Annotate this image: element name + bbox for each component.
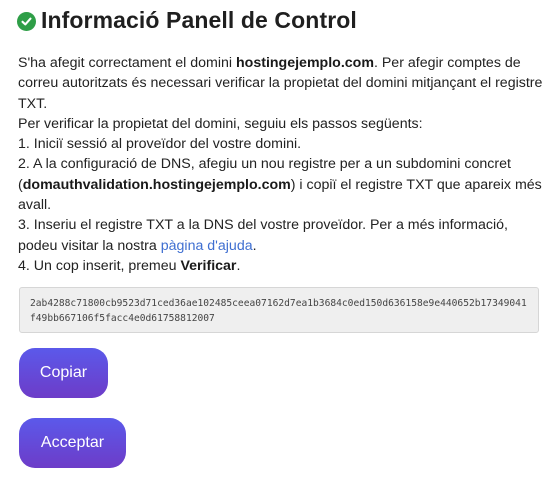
- copy-button[interactable]: Copiar: [19, 348, 108, 398]
- panel-header: Informació Panell de Control: [17, 6, 357, 34]
- accept-button[interactable]: Acceptar: [19, 418, 126, 468]
- help-page-link[interactable]: pàgina d'ajuda: [161, 238, 253, 254]
- page-title: Informació Panell de Control: [41, 7, 357, 33]
- instructions-text: S'ha afegit correctament el domini hosti…: [18, 53, 543, 276]
- intro-text-start: S'ha afegit correctament el domini: [18, 55, 236, 71]
- step-3: 3. Inseriu el registre TXT a la DNS del …: [18, 215, 543, 256]
- step-1: 1. Iniciï sessió al proveïdor del vostre…: [18, 136, 302, 153]
- txt-record-box[interactable]: 2ab4288c71800cb9523d71ced36ae102485ceea0…: [19, 287, 539, 333]
- domain-name: hostingejemplo.com: [236, 55, 374, 71]
- subdomain-name: domauthvalidation.hostingejemplo.com: [22, 176, 291, 193]
- step-2: 2. A la configuració de DNS, afegiu un n…: [18, 154, 543, 215]
- check-circle-icon: [17, 11, 36, 31]
- info-panel: Informació Panell de Control S'ha afegit…: [0, 0, 557, 483]
- steps-intro: Per verificar la propietat del domini, s…: [18, 115, 423, 132]
- step-4-text-end: .: [236, 257, 241, 274]
- step-4: 4. Un cop inserit, premeu Verificar.: [18, 256, 543, 276]
- step-4-text-start: 4. Un cop inserit, premeu: [18, 257, 181, 274]
- intro-paragraph: S'ha afegit correctament el domini hosti…: [18, 53, 543, 114]
- step-3-text-start: 3. Inseriu el registre TXT a la DNS del …: [18, 217, 508, 254]
- step-3-text-end: .: [252, 237, 257, 254]
- verify-keyword: Verificar: [180, 257, 237, 274]
